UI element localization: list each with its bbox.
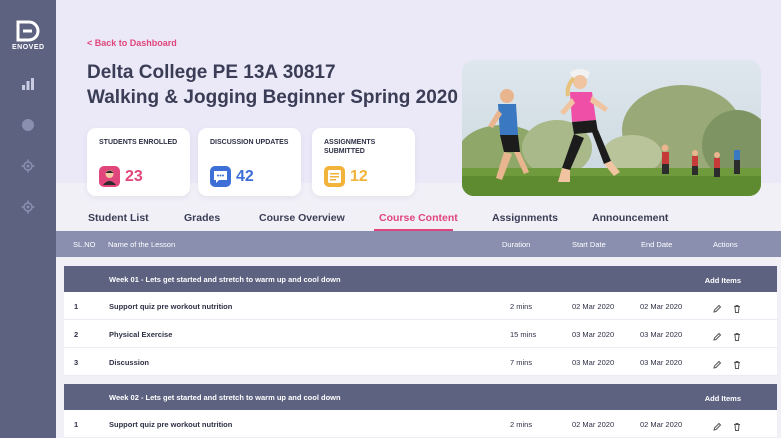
logo-mark-icon xyxy=(15,20,41,42)
title-line-1: Delta College PE 13A 30817 xyxy=(87,62,336,83)
page-title: Delta College PE 13A 30817 Walking & Jog… xyxy=(87,60,467,110)
duration: 15 mins xyxy=(510,330,537,339)
bar-chart-icon[interactable] xyxy=(18,74,38,94)
logo[interactable]: ENOVED xyxy=(12,20,44,51)
row-number: 2 xyxy=(74,330,79,339)
tab-course-content[interactable]: Course Content xyxy=(379,212,458,224)
table-row[interactable]: 3 Discussion 7 mins 03 Mar 2020 03 Mar 2… xyxy=(64,348,777,376)
column-header-slno: SL.NO xyxy=(73,240,96,249)
row-number: 3 xyxy=(74,358,79,367)
sidebar: ENOVED xyxy=(0,0,56,438)
table-row[interactable]: 1 Support quiz pre workout nutrition 2 m… xyxy=(64,292,777,320)
week-title: Week 02 - Lets get started and stretch t… xyxy=(109,393,341,402)
edit-pencil-icon[interactable] xyxy=(712,301,722,313)
lesson-name: Support quiz pre workout nutrition xyxy=(109,420,233,429)
column-header-end-date: End Date xyxy=(641,240,673,249)
assignments-submitted-card[interactable]: Assignments Submitted 12 xyxy=(312,128,415,196)
end-date: 02 Mar 2020 xyxy=(640,420,683,429)
tab-course-overview[interactable]: Course Overview xyxy=(259,212,345,224)
students-enrolled-card[interactable]: Students Enrolled 23 xyxy=(87,128,190,196)
circle-icon[interactable] xyxy=(18,115,38,135)
title-line-2: Walking & Jogging Beginner Spring 2020 xyxy=(87,87,458,108)
start-date: 02 Mar 2020 xyxy=(572,420,615,429)
delete-trash-icon[interactable] xyxy=(732,329,742,341)
stat-label: Discussion Updates xyxy=(210,139,289,146)
discussion-updates-card[interactable]: Discussion Updates 42 xyxy=(198,128,301,196)
week-header: Week 02 - Lets get started and stretch t… xyxy=(64,384,777,410)
stat-value: 12 xyxy=(350,168,368,185)
edit-pencil-icon[interactable] xyxy=(712,419,722,431)
lesson-name: Physical Exercise xyxy=(109,330,173,339)
row-number: 1 xyxy=(74,420,79,429)
table-row[interactable]: 2 Physical Exercise 15 mins 03 Mar 2020 … xyxy=(64,320,777,348)
table-row[interactable]: 1 Support quiz pre workout nutrition 2 m… xyxy=(64,410,777,438)
delete-trash-icon[interactable] xyxy=(732,419,742,431)
row-number: 1 xyxy=(74,302,79,311)
student-avatar-icon xyxy=(99,166,120,187)
week-header: Week 01 - Lets get started and stretch t… xyxy=(64,266,777,292)
tab-grades[interactable]: Grades xyxy=(184,212,220,224)
end-date: 03 Mar 2020 xyxy=(640,358,683,367)
logo-text: ENOVED xyxy=(12,44,45,51)
delete-trash-icon[interactable] xyxy=(732,301,742,313)
add-items-button[interactable]: Add Items xyxy=(705,276,741,285)
lesson-name: Support quiz pre workout nutrition xyxy=(109,302,233,311)
course-cover-image xyxy=(462,60,761,196)
stat-label: Assignments Submitted xyxy=(324,139,376,155)
table-header: SL.NO Name of the Lesson Duration Start … xyxy=(56,231,781,257)
start-date: 02 Mar 2020 xyxy=(572,302,615,311)
delete-trash-icon[interactable] xyxy=(732,357,742,369)
lesson-name: Discussion xyxy=(109,358,150,367)
tab-assignments[interactable]: Assignments xyxy=(492,212,558,224)
stat-value: 23 xyxy=(125,168,143,185)
duration: 7 mins xyxy=(510,358,533,367)
start-date: 03 Mar 2020 xyxy=(572,330,615,339)
column-header-start-date: Start Date xyxy=(572,240,606,249)
duration: 2 mins xyxy=(510,302,533,311)
stat-value: 42 xyxy=(236,168,254,185)
stat-label: Students Enrolled xyxy=(99,139,178,146)
duration: 2 mins xyxy=(510,420,533,429)
edit-pencil-icon[interactable] xyxy=(712,357,722,369)
back-to-dashboard-link[interactable]: < Back to Dashboard xyxy=(87,38,177,48)
tab-announcement[interactable]: Announcement xyxy=(592,212,668,224)
edit-pencil-icon[interactable] xyxy=(712,329,722,341)
gear-icon[interactable] xyxy=(18,156,38,176)
end-date: 03 Mar 2020 xyxy=(640,330,683,339)
column-header-lesson: Name of the Lesson xyxy=(108,240,176,249)
chat-bubble-icon xyxy=(210,166,231,187)
end-date: 02 Mar 2020 xyxy=(640,302,683,311)
column-header-duration: Duration xyxy=(502,240,531,249)
document-icon xyxy=(324,166,345,187)
column-header-actions: Actions xyxy=(713,240,738,249)
start-date: 03 Mar 2020 xyxy=(572,358,615,367)
gear-icon[interactable] xyxy=(18,197,38,217)
week-title: Week 01 - Lets get started and stretch t… xyxy=(109,275,341,284)
tab-student-list[interactable]: Student List xyxy=(88,212,149,224)
add-items-button[interactable]: Add Items xyxy=(705,394,741,403)
